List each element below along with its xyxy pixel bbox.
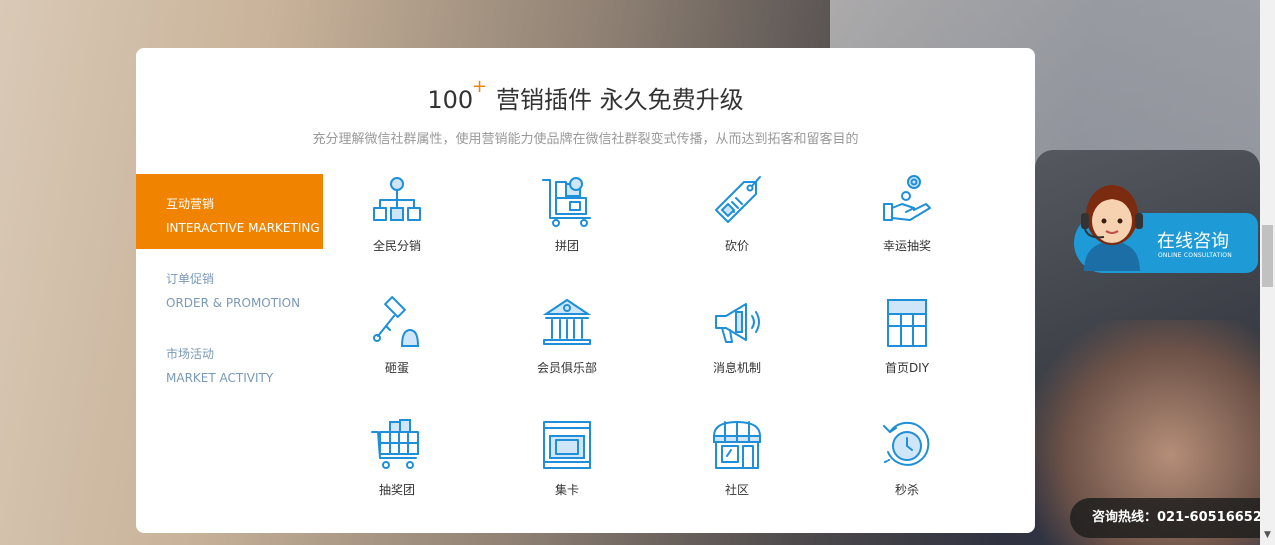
tab-label-en: ORDER & PROMOTION xyxy=(166,296,301,310)
title-number: 100 + xyxy=(427,76,488,114)
section-subtitle: 充分理解微信社群属性，使用营销能力使品牌在微信社群裂变式传播，从而达到拓客和留客… xyxy=(312,132,859,147)
hand-coin-icon xyxy=(883,175,931,221)
tab-label-en: INTERACTIVE MARKETING xyxy=(166,221,320,235)
plugin-item[interactable]: 集卡 xyxy=(482,414,652,536)
plugin-label: 消息机制 xyxy=(712,361,761,375)
plugin-label: 幸运抽奖 xyxy=(882,239,931,253)
plugin-grid: 全民分销 拼团 砍价 幸运抽奖 砸蛋 会员俱乐部 消息机制 首页DIY 抽奖团 … xyxy=(312,170,992,510)
plugin-item[interactable]: 幸运抽奖 xyxy=(822,170,992,292)
support-agent-icon xyxy=(1081,185,1143,271)
club-building-icon xyxy=(542,298,592,345)
plus-sign: + xyxy=(472,76,488,97)
page-scrollbar[interactable]: ▼ xyxy=(1260,0,1275,545)
scroll-down-arrow[interactable]: ▼ xyxy=(1262,530,1273,543)
consult-title: 在线咨询 xyxy=(1157,231,1229,252)
card-collect-icon xyxy=(543,421,591,469)
consult-subtitle: ONLINE CONSULTATION xyxy=(1158,252,1232,259)
grid-layout-icon xyxy=(887,299,927,347)
hammer-egg-icon xyxy=(373,296,420,347)
tab-label-cn: 互动营销 xyxy=(166,197,215,211)
plugin-label: 集卡 xyxy=(554,483,579,497)
price-tag-icon xyxy=(715,176,761,223)
tab-label-en: MARKET ACTIVITY xyxy=(166,371,274,385)
plugin-item[interactable]: 会员俱乐部 xyxy=(482,292,652,414)
hotline-bar[interactable]: 咨询热线：021-60516652 xyxy=(1070,498,1275,538)
plugins-card: 100 + 营销插件 永久免费升级 充分理解微信社群属性，使用营销能力使品牌在微信… xyxy=(136,48,1035,533)
megaphone-icon xyxy=(715,303,760,343)
org-chart-icon xyxy=(373,177,421,221)
tab-label-cn: 订单促销 xyxy=(166,272,215,286)
online-consultation-widget[interactable]: 在线咨询 ONLINE CONSULTATION xyxy=(1070,175,1260,273)
plugin-label: 首页DIY xyxy=(884,361,930,375)
category-tabs: 互动营销 INTERACTIVE MARKETING 订单促销 ORDER & … xyxy=(136,174,323,399)
plugin-label: 拼团 xyxy=(554,239,579,253)
lottery-cart-icon xyxy=(371,419,419,469)
plugin-item[interactable]: 社区 xyxy=(652,414,822,536)
shop-front-icon xyxy=(713,421,761,469)
title-text: 营销插件 永久免费升级 xyxy=(496,86,744,114)
plugin-item[interactable]: 砍价 xyxy=(652,170,822,292)
plugin-item[interactable]: 消息机制 xyxy=(652,292,822,414)
plugin-label: 全民分销 xyxy=(372,239,421,253)
plugin-item[interactable]: 抽奖团 xyxy=(312,414,482,536)
tab-order-promotion[interactable]: 订单促销 ORDER & PROMOTION xyxy=(136,249,323,324)
plugin-label: 抽奖团 xyxy=(378,483,415,497)
scrollbar-thumb[interactable] xyxy=(1262,225,1273,287)
plugin-label: 砍价 xyxy=(724,239,749,253)
plugin-label: 会员俱乐部 xyxy=(536,361,597,375)
plugin-item[interactable]: 砸蛋 xyxy=(312,292,482,414)
plugin-label: 秒杀 xyxy=(894,483,919,497)
plugin-label: 社区 xyxy=(724,483,749,497)
plugin-item[interactable]: 拼团 xyxy=(482,170,652,292)
plugin-item[interactable]: 首页DIY xyxy=(822,292,992,414)
section-title: 100 + 营销插件 永久免费升级 xyxy=(136,76,1035,115)
cart-group-icon xyxy=(542,177,591,227)
tab-interactive-marketing[interactable]: 互动营销 INTERACTIVE MARKETING xyxy=(136,174,323,249)
stopwatch-icon xyxy=(883,421,930,466)
tab-market-activity[interactable]: 市场活动 MARKET ACTIVITY xyxy=(136,324,323,399)
tab-label-cn: 市场活动 xyxy=(166,347,215,361)
plugin-item[interactable]: 秒杀 xyxy=(822,414,992,536)
plugin-item[interactable]: 全民分销 xyxy=(312,170,482,292)
plugin-label: 砸蛋 xyxy=(384,361,409,375)
